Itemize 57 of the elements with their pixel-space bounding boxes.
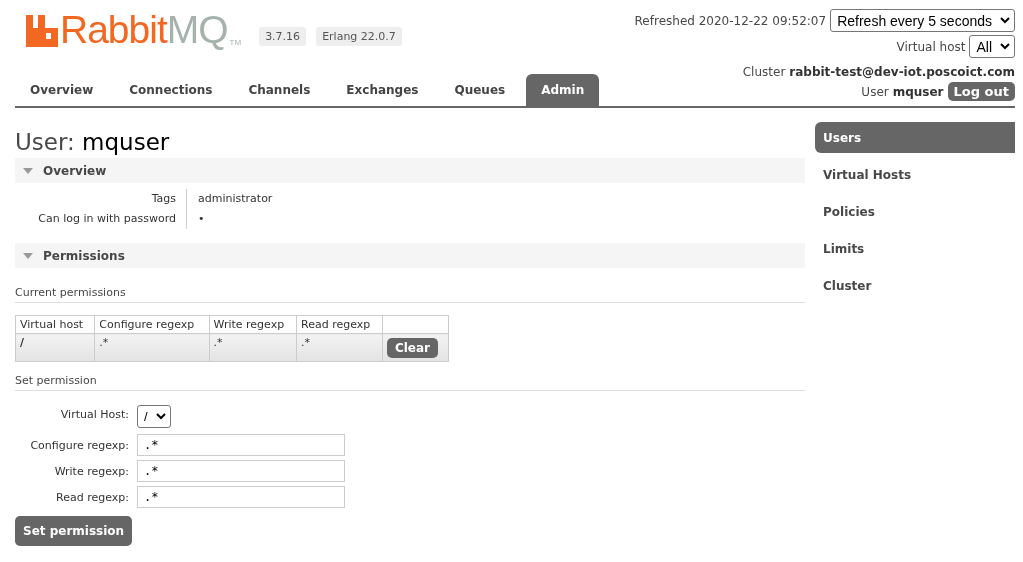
page-title: User: mquser	[15, 128, 171, 156]
field-label: Virtual Host:	[59, 408, 129, 421]
column-header: Write regexp	[209, 315, 297, 334]
refresh-select[interactable]: Refresh every 5 seconds	[830, 9, 1015, 32]
nav-tab[interactable]: Exchanges	[331, 74, 434, 106]
regexp-input[interactable]: .*	[137, 486, 345, 508]
table-cell: .*	[209, 333, 297, 362]
nav-tab[interactable]: Overview	[15, 74, 109, 106]
version-badge: 3.7.16	[259, 26, 307, 46]
sidebar-item[interactable]: Cluster	[815, 270, 1015, 301]
sidebar-item[interactable]: Limits	[815, 233, 1015, 264]
table-cell: .*	[94, 333, 209, 362]
cluster-name: rabbit-test@dev-iot.poscoict.com	[789, 65, 1015, 79]
cluster-label: Cluster	[742, 65, 786, 79]
vhost-select[interactable]: /	[137, 405, 171, 428]
column-header: Virtual host	[15, 315, 95, 334]
logo: RabbitMQ TM	[26, 9, 250, 49]
logout-button[interactable]: Log out	[947, 82, 1015, 101]
table-cell: /	[15, 333, 95, 362]
user-label: User	[861, 84, 889, 99]
regexp-input[interactable]: .*	[137, 460, 345, 482]
collapse-triangle-icon	[23, 167, 33, 174]
user-name: mquser	[892, 84, 944, 99]
section-header[interactable]: Permissions	[15, 243, 805, 268]
subsection-title: Set permission	[15, 374, 805, 391]
section-title: Permissions	[43, 248, 125, 263]
chevron-icon	[155, 413, 166, 420]
clear-button[interactable]: Clear	[386, 337, 439, 358]
property-label: Can log in with password	[15, 209, 187, 229]
table-cell: .*	[296, 333, 383, 362]
refreshed-text: Refreshed 2020-12-22 09:52:07	[634, 13, 827, 28]
property-value: administrator	[197, 191, 274, 207]
column-header: Read regexp	[296, 315, 383, 334]
subsection-title: Current permissions	[15, 286, 805, 303]
property-label: Tags	[15, 189, 187, 209]
field-label: Write regexp:	[53, 464, 129, 478]
set-permission-button[interactable]: Set permission	[15, 516, 133, 546]
collapse-triangle-icon	[23, 252, 33, 259]
sidebar-item[interactable]: Virtual Hosts	[815, 159, 1015, 190]
property-value: •	[197, 211, 206, 227]
section-title: Overview	[43, 163, 107, 178]
nav-tab[interactable]: Connections	[114, 74, 228, 106]
field-label: Read regexp:	[55, 490, 129, 504]
chevron-icon	[1000, 43, 1010, 50]
nav-tab[interactable]: Queues	[439, 74, 521, 106]
regexp-input[interactable]: .*	[137, 434, 345, 456]
column-header: Configure regexp	[94, 315, 209, 334]
nav-tab[interactable]: Admin	[526, 74, 600, 106]
nav-tab[interactable]: Channels	[233, 74, 326, 106]
section-header[interactable]: Overview	[15, 158, 805, 183]
vhost-select[interactable]: All	[969, 35, 1015, 58]
sidebar-item[interactable]: Users	[815, 122, 1015, 153]
version-badge: Erlang 22.0.7	[316, 26, 402, 46]
vhost-label: Virtual host	[896, 39, 966, 54]
sidebar-item[interactable]: Policies	[815, 196, 1015, 227]
field-label: Configure regexp:	[29, 438, 129, 452]
chevron-icon	[1000, 17, 1010, 24]
